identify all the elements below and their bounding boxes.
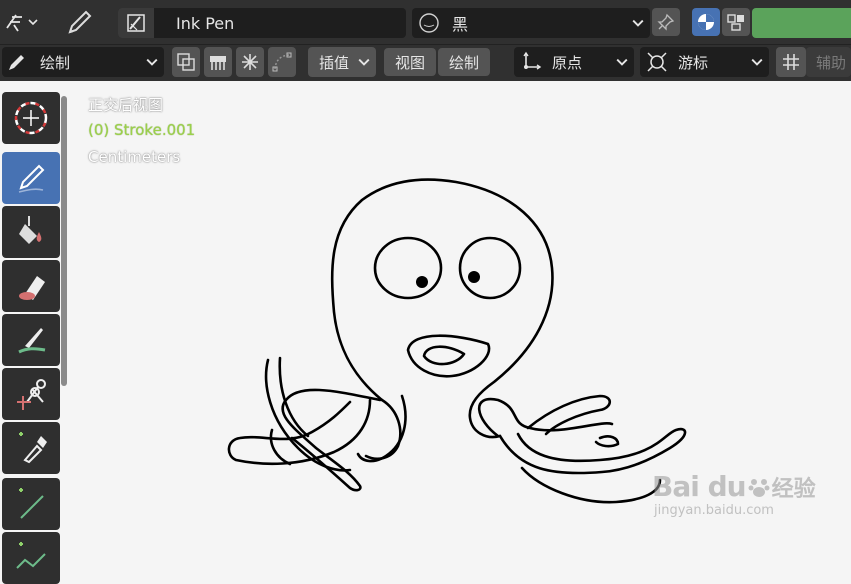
- tint-icon: [18, 328, 46, 354]
- erase-icon: [19, 276, 45, 300]
- watermark-url: jingyan.baidu.com: [654, 503, 774, 518]
- cursor-icon: [14, 101, 48, 135]
- tool-cursor[interactable]: [2, 92, 60, 144]
- toolbar-panel: [0, 92, 62, 584]
- tool-fill[interactable]: [2, 206, 60, 258]
- cutter-icon: [17, 379, 46, 410]
- paw-icon: [748, 478, 770, 497]
- line-icon: [19, 488, 44, 519]
- tool-polyline[interactable]: [2, 532, 60, 584]
- draw-icon: [18, 164, 45, 193]
- tool-draw[interactable]: [2, 152, 60, 204]
- fill-icon: [19, 216, 42, 244]
- toolbar-scrollbar[interactable]: [61, 96, 67, 386]
- tool-eyedropper[interactable]: [2, 422, 60, 474]
- eyedropper-icon: [19, 432, 47, 464]
- watermark: Bai du 经验 jingyan.baidu.com: [652, 470, 816, 518]
- polyline-icon: [16, 542, 46, 569]
- tool-line[interactable]: [2, 478, 60, 530]
- watermark-brand: Bai du: [652, 470, 747, 503]
- tool-erase[interactable]: [2, 260, 60, 312]
- tool-tint[interactable]: [2, 314, 60, 366]
- tool-cutter[interactable]: [2, 368, 60, 420]
- watermark-suffix: 经验: [771, 476, 816, 502]
